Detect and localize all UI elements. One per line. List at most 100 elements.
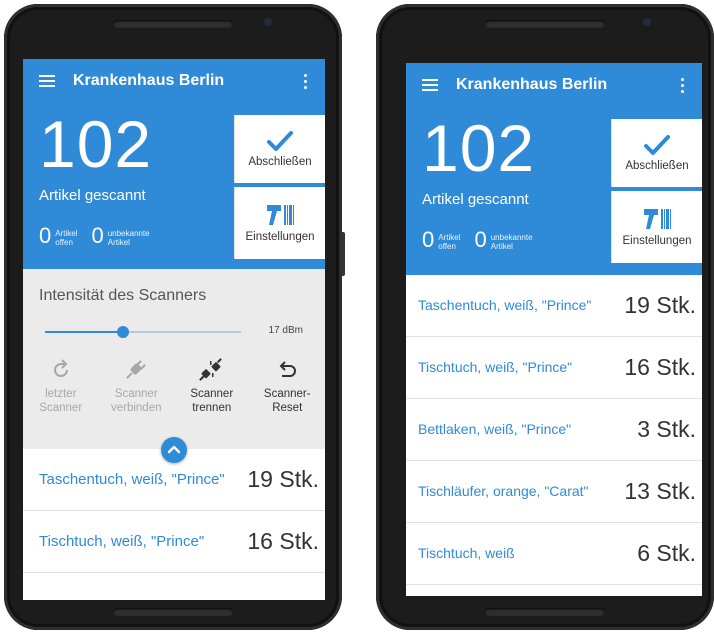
open-label-line1: Artikel: [438, 233, 461, 242]
open-stat: 0 Artikel offen: [422, 227, 460, 252]
chevron-up-icon: [167, 441, 181, 459]
item-list: Taschentuch, weiß, "Prince" 19 Stk. Tisc…: [406, 275, 702, 585]
bottom-speaker: [485, 608, 605, 616]
last-scanner-line1: letzter: [45, 388, 77, 400]
list-item[interactable]: Tischtuch, weiß 6 Stk.: [406, 523, 702, 585]
hamburger-menu-icon[interactable]: [39, 75, 55, 87]
item-name: Tischläufer, orange, "Carat": [418, 483, 589, 499]
toolbar: Krankenhaus Berlin: [23, 59, 325, 103]
item-quantity: 19 Stk.: [247, 466, 319, 492]
open-label: Artikel offen: [438, 233, 460, 251]
disconnect-scanner-line1: Scanner: [190, 388, 234, 400]
unknown-stat: 0 unbekannte Artikel: [474, 227, 533, 252]
item-name: Taschentuch, weiß, "Prince": [39, 471, 225, 488]
disconnect-scanner-button[interactable]: Scanner trennen: [174, 357, 250, 415]
finish-button[interactable]: Abschließen: [234, 115, 325, 183]
unknown-count: 0: [91, 223, 104, 248]
app-title: Krankenhaus Berlin: [456, 76, 608, 93]
open-count: 0: [39, 223, 52, 248]
item-quantity: 16 Stk.: [247, 528, 319, 554]
unknown-count: 0: [474, 227, 487, 252]
bottom-speaker: [113, 608, 233, 616]
intensity-slider-thumb[interactable]: [117, 326, 130, 338]
item-quantity: 3 Stk.: [637, 416, 696, 442]
summary-panel: Krankenhaus Berlin 102 Artikel gescannt …: [23, 59, 325, 269]
hamburger-menu-icon[interactable]: [422, 79, 438, 91]
screen-left: Krankenhaus Berlin 102 Artikel gescannt …: [23, 59, 325, 600]
disconnect-scanner-line2: trennen: [192, 402, 232, 414]
item-name: Tischtuch, weiß: [418, 545, 515, 561]
item-name: Tischtuch, weiß, "Prince": [39, 533, 205, 550]
front-camera: [641, 16, 653, 28]
settings-button-label: Einstellungen: [245, 231, 315, 243]
connect-scanner-line1: Scanner: [114, 388, 158, 400]
unknown-label-line1: unbekannte: [490, 233, 533, 242]
scanner-intensity-title: Intensität des Scanners: [39, 287, 207, 304]
volume-button: [341, 232, 345, 276]
front-camera: [262, 16, 274, 28]
item-quantity: 13 Stk.: [624, 478, 696, 504]
more-options-icon[interactable]: [297, 73, 313, 89]
stats-row: 0 Artikel offen 0 unbekannte Artikel: [422, 227, 533, 252]
plug-disconnect-icon: [198, 357, 225, 383]
scanner-panel: Intensität des Scanners 17 dBm letzter S…: [23, 269, 325, 463]
connect-scanner-button[interactable]: Scanner verbinden: [99, 357, 175, 415]
unknown-label: unbekannte Artikel: [108, 229, 150, 247]
list-item[interactable]: Tischläufer, orange, "Carat" 13 Stk.: [406, 461, 702, 523]
stats-row: 0 Artikel offen 0 unbekannte Artikel: [39, 223, 150, 248]
item-quantity: 19 Stk.: [624, 292, 696, 318]
checkmark-icon: [267, 130, 293, 152]
item-name: Taschentuch, weiß, "Prince": [418, 297, 592, 313]
scanned-count-label: Artikel gescannt: [422, 191, 529, 208]
earpiece-speaker: [113, 20, 233, 28]
scanned-count: 102: [39, 107, 153, 181]
list-item[interactable]: Taschentuch, weiß, "Prince" 19 Stk.: [406, 275, 702, 337]
earpiece-speaker: [485, 20, 605, 28]
unknown-label: unbekannte Artikel: [491, 233, 533, 251]
intensity-slider-fill: [45, 331, 124, 333]
phone-left: Krankenhaus Berlin 102 Artikel gescannt …: [4, 4, 345, 630]
open-label-line2: offen: [55, 238, 73, 247]
list-item[interactable]: Tischtuch, weiß, "Prince" 16 Stk.: [23, 511, 325, 573]
intensity-slider[interactable]: [45, 326, 241, 338]
unknown-stat: 0 unbekannte Artikel: [91, 223, 150, 248]
list-item[interactable]: Tischtuch, weiß, "Prince" 16 Stk.: [406, 337, 702, 399]
finish-button-label: Abschließen: [625, 160, 689, 172]
plug-connect-icon: [124, 357, 148, 383]
item-name: Bettlaken, weiß, "Prince": [418, 421, 572, 437]
scanner-reset-line1: Scanner-: [263, 388, 311, 400]
scanned-count: 102: [422, 111, 536, 185]
scanned-count-label: Artikel gescannt: [39, 187, 146, 204]
scanner-actions: letzter Scanner Scanner verbinden Scanne…: [23, 357, 325, 415]
scanner-reset-button[interactable]: Scanner- Reset: [250, 357, 326, 415]
last-scanner-button[interactable]: letzter Scanner: [23, 357, 99, 415]
scanner-barcode-icon: [265, 203, 295, 227]
open-label-line2: offen: [438, 242, 456, 251]
open-label-line1: Artikel: [55, 229, 78, 238]
unknown-label-line1: unbekannte: [107, 229, 150, 238]
phone-right: Krankenhaus Berlin 102 Artikel gescannt …: [376, 4, 714, 630]
scanner-reset-line2: Reset: [272, 402, 303, 414]
finish-button[interactable]: Abschließen: [611, 119, 702, 187]
scanner-barcode-icon: [642, 207, 672, 231]
last-scanner-line2: Scanner: [39, 402, 83, 414]
list-item[interactable]: Bettlaken, weiß, "Prince" 3 Stk.: [406, 399, 702, 461]
connect-scanner-line2: verbinden: [110, 402, 162, 414]
item-list: Taschentuch, weiß, "Prince" 19 Stk. Tisc…: [23, 449, 325, 573]
more-options-icon[interactable]: [674, 77, 690, 93]
settings-button[interactable]: Einstellungen: [234, 187, 325, 259]
summary-panel: Krankenhaus Berlin 102 Artikel gescannt …: [406, 63, 702, 275]
open-label: Artikel offen: [55, 229, 77, 247]
item-name: Tischtuch, weiß, "Prince": [418, 359, 573, 375]
item-quantity: 6 Stk.: [637, 540, 696, 566]
intensity-value: 17 dBm: [268, 325, 303, 336]
settings-button[interactable]: Einstellungen: [611, 191, 702, 263]
screen-right: Krankenhaus Berlin 102 Artikel gescannt …: [406, 63, 702, 596]
toolbar: Krankenhaus Berlin: [406, 63, 702, 107]
finish-button-label: Abschließen: [248, 156, 312, 168]
collapse-panel-button[interactable]: [161, 437, 187, 463]
refresh-icon: [50, 357, 72, 383]
unknown-label-line2: Artikel: [107, 238, 130, 247]
open-count: 0: [422, 227, 435, 252]
undo-icon: [276, 357, 298, 383]
